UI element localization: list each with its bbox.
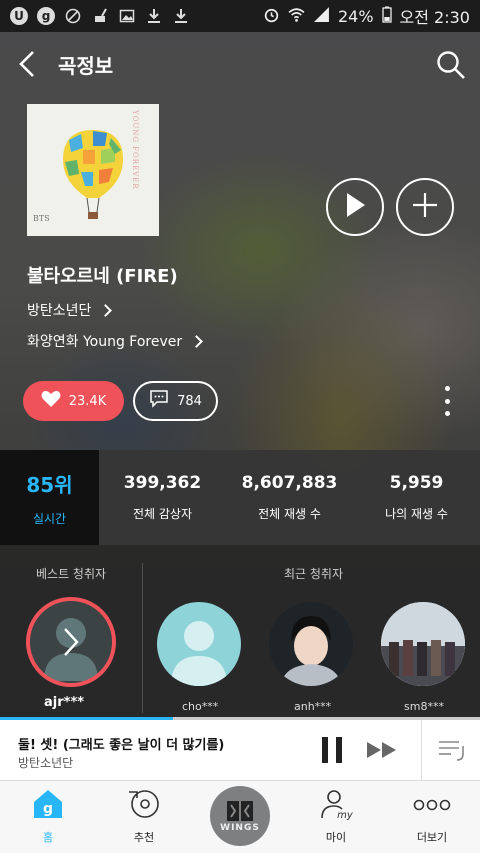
battery-icon (381, 6, 392, 27)
blocked-icon (64, 7, 82, 25)
wings-text: WINGS (220, 823, 260, 833)
now-playing-artist: 방탄소년단 (18, 756, 74, 770)
rank-value: 85위 (26, 472, 73, 497)
artist-link[interactable]: 방탄소년단 (27, 300, 113, 320)
chevron-right-icon (99, 303, 113, 317)
nav-my[interactable]: my 마이 (288, 781, 384, 853)
best-listener-name: ajr*** (44, 695, 85, 710)
divider (142, 563, 143, 713)
nav-more[interactable]: 더보기 (384, 781, 480, 853)
like-count: 23.4K (68, 393, 107, 409)
recent-listener-avatar[interactable] (381, 602, 465, 686)
recent-listener-avatar[interactable] (269, 602, 353, 686)
page-title: 곡정보 (58, 54, 114, 78)
stat-value: 5,959 (389, 473, 444, 493)
search-icon[interactable] (436, 50, 466, 80)
comment-icon (149, 390, 169, 412)
rank-label: 실시간 (32, 511, 67, 526)
listeners-section: 베스트 청취자 최근 청취자 ajr*** cho*** anh*** sm8*… (0, 545, 480, 720)
recent-listener-avatar[interactable] (157, 602, 241, 686)
nav-album-art[interactable]: WINGS (192, 781, 288, 853)
play-button[interactable] (326, 178, 384, 236)
next-track-icon[interactable] (366, 741, 398, 763)
artist-name: 방탄소년단 (27, 303, 92, 319)
person-icon: my (319, 788, 354, 823)
nav-recommend[interactable]: 추천 (96, 781, 192, 853)
stat-total-plays: 8,607,883 전체 재생 수 (226, 450, 353, 545)
stat-total-listeners: 399,362 전체 감상자 (99, 450, 226, 545)
top-bar: 곡정보 (0, 32, 480, 96)
album-link[interactable]: 화양연화 Young Forever (27, 331, 204, 351)
nav-label: 더보기 (416, 831, 448, 844)
svg-text:my: my (337, 810, 353, 820)
status-bar: U g 24% 오전 2:30 (0, 0, 480, 32)
album-cover-artist: BTS (33, 214, 50, 223)
svg-text:g: g (43, 801, 53, 817)
stats-bar: 85위 실시간 399,362 전체 감상자 8,607,883 전체 재생 수… (0, 450, 480, 545)
stat-my-plays: 5,959 나의 재생 수 (353, 450, 480, 545)
best-listener-label: 베스트 청취자 (36, 567, 107, 581)
stat-value: 8,607,883 (241, 473, 338, 493)
comment-button[interactable]: 784 (133, 381, 218, 421)
nav-label: 추천 (133, 831, 155, 844)
plus-icon (412, 192, 438, 222)
chevron-right-icon (63, 627, 79, 661)
wings-album-thumb: WINGS (210, 786, 270, 846)
album-name: 화양연화 Young Forever (27, 334, 183, 350)
genie-icon: g (37, 7, 55, 25)
disc-icon (127, 788, 161, 823)
cleaner-icon (91, 7, 109, 25)
clock: 오전 2:30 (399, 8, 470, 27)
download-icon (145, 7, 163, 25)
recent-listener-name: cho*** (182, 700, 219, 713)
bottom-nav: g 홈 추천 WINGS my 마이 더보기 (0, 780, 480, 853)
pause-icon[interactable] (322, 737, 342, 763)
album-cover[interactable]: YOUNG FOREVER BTS (27, 104, 159, 236)
now-playing-title: 둘! 셋! (그래도 좋은 날이 더 많기를) (18, 738, 225, 753)
battery-percent: 24% (337, 6, 374, 26)
recent-listener-label: 최근 청취자 (284, 567, 344, 581)
add-to-playlist-button[interactable] (396, 178, 454, 236)
more-options-icon[interactable] (440, 386, 454, 416)
stat-label: 전체 재생 수 (258, 507, 321, 521)
more-dots-icon (412, 790, 452, 823)
nav-home[interactable]: g 홈 (0, 781, 96, 853)
like-button[interactable]: 23.4K (23, 381, 124, 421)
song-title: 불타오르네 (FIRE) (27, 266, 178, 287)
album-cover-caption: YOUNG FOREVER (131, 110, 139, 190)
heart-icon (41, 390, 61, 412)
realtime-rank[interactable]: 85위 실시간 (0, 450, 99, 545)
image-icon (118, 7, 136, 25)
back-arrow-icon[interactable] (14, 50, 42, 78)
download-icon-2 (172, 7, 190, 25)
stat-value: 399,362 (123, 473, 202, 493)
play-icon (343, 192, 367, 222)
best-listener-avatar[interactable] (26, 597, 116, 687)
comment-count: 784 (177, 393, 202, 409)
playlist-icon[interactable] (421, 720, 480, 780)
stat-label: 전체 감상자 (132, 507, 192, 521)
recent-listener-name: anh*** (294, 700, 332, 713)
home-icon: g (32, 788, 64, 823)
alarm-icon (263, 6, 280, 27)
signal-icon (313, 6, 330, 27)
chevron-right-icon (190, 334, 204, 348)
u-app-icon: U (10, 7, 28, 25)
nav-label: 홈 (42, 831, 54, 844)
recent-listener-name: sm8*** (404, 700, 444, 713)
wifi-icon (288, 6, 305, 27)
mini-player[interactable]: 둘! 셋! (그래도 좋은 날이 더 많기를) 방탄소년단 (0, 720, 480, 780)
stat-label: 나의 재생 수 (385, 507, 448, 521)
nav-label: 마이 (325, 831, 347, 844)
